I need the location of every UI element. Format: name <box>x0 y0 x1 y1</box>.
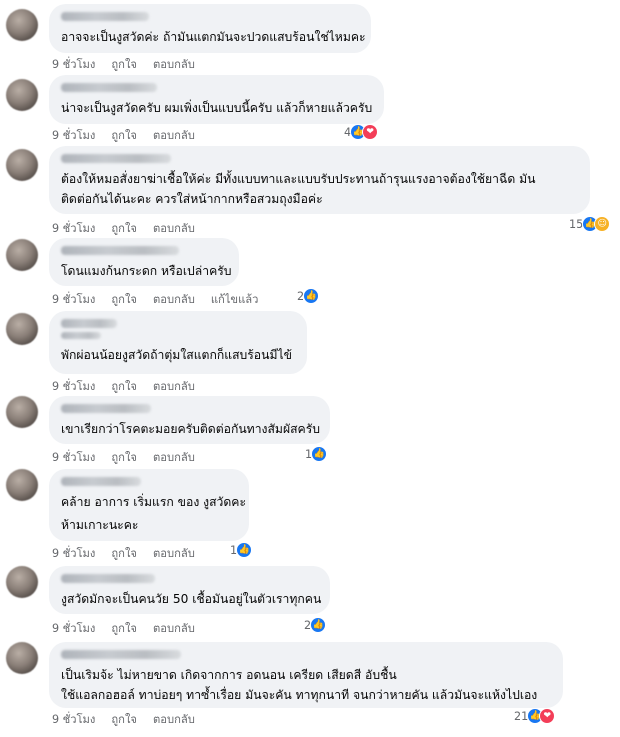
comment-bubble: น่าจะเป็นงูสวัดครับ ผมเพิ่งเป็นแบบนี้ครั… <box>49 75 384 124</box>
reaction-summary[interactable]: 1 👍 <box>230 542 253 558</box>
timestamp[interactable]: 9 ชั่วโมง <box>52 126 95 144</box>
author-name-blurred[interactable] <box>61 83 157 92</box>
comment-actions: 9 ชั่วโมง ถูกใจ ตอบกลับ แก้ไขแล้ว <box>52 290 274 308</box>
author-name-blurred[interactable] <box>61 154 171 163</box>
comment-bubble: ต้องให้หมอสั่งยาฆ่าเชื้อให้ค่ะ มีทั้งแบบ… <box>49 146 590 214</box>
author-name-blurred[interactable] <box>61 319 117 328</box>
timestamp[interactable]: 9 ชั่วโมง <box>52 448 95 466</box>
comment-actions: 9 ชั่วโมง ถูกใจ ตอบกลับ <box>52 55 211 73</box>
like-button[interactable]: ถูกใจ <box>111 55 137 73</box>
comment-bubble: โดนแมงก้นกระดก หรือเปล่าครับ <box>49 238 239 286</box>
comment-actions: 9 ชั่วโมง ถูกใจ ตอบกลับ <box>52 448 211 466</box>
comment-text: โดนแมงก้นกระดก หรือเปล่าครับ <box>61 264 232 278</box>
comment-text: ห้ามเกาะนะคะ <box>61 518 139 532</box>
like-button[interactable]: ถูกใจ <box>111 126 137 144</box>
timestamp[interactable]: 9 ชั่วโมง <box>52 619 95 637</box>
comment-actions: 9 ชั่วโมง ถูกใจ ตอบกลับ <box>52 544 211 562</box>
comment-text: เป็นเริมจ้ะ ไม่หายขาด เกิดจากการ อดนอน เ… <box>61 668 397 682</box>
comment-text: เขาเรียกว่าโรคตะมอยครับติดต่อกันทางสัมผั… <box>61 422 320 436</box>
author-name-blurred[interactable] <box>61 246 179 255</box>
comment-text: ต้องให้หมอสั่งยาฆ่าเชื้อให้ค่ะ มีทั้งแบบ… <box>61 172 536 186</box>
like-reaction-icon: 👍 <box>303 288 320 304</box>
comment-text: ใช้แอลกอฮอล์ ทาบ่อยๆ ทาซ้ำเรื่อย มันจะคั… <box>61 688 538 702</box>
author-name-blurred[interactable] <box>61 574 155 583</box>
avatar[interactable] <box>6 239 38 271</box>
reply-button[interactable]: ตอบกลับ <box>153 619 195 637</box>
comment-bubble: เป็นเริมจ้ะ ไม่หายขาด เกิดจากการ อดนอน เ… <box>49 642 563 708</box>
comment-bubble: พักผ่อนน้อยงูสวัดถ้าตุ่มใสแตกก็แสบร้อนมี… <box>49 311 307 374</box>
like-reaction-icon: 👍 <box>311 446 328 462</box>
comment-actions: 9 ชั่วโมง ถูกใจ ตอบกลับ <box>52 126 211 144</box>
like-reaction-icon: 👍 <box>310 617 327 633</box>
like-button[interactable]: ถูกใจ <box>111 619 137 637</box>
comment-text: อาจจะเป็นงูสวัดค่ะ ถ้ามันแตกมันจะปวดแสบร… <box>61 30 366 44</box>
like-button[interactable]: ถูกใจ <box>111 448 137 466</box>
reaction-count: 21 <box>514 709 529 723</box>
reply-button[interactable]: ตอบกลับ <box>153 55 195 73</box>
like-button[interactable]: ถูกใจ <box>111 377 137 395</box>
like-button[interactable]: ถูกใจ <box>111 290 137 308</box>
like-button[interactable]: ถูกใจ <box>111 710 137 728</box>
avatar[interactable] <box>6 313 38 345</box>
avatar[interactable] <box>6 149 38 181</box>
reply-button[interactable]: ตอบกลับ <box>153 448 195 466</box>
like-button[interactable]: ถูกใจ <box>111 219 137 237</box>
author-name-blurred[interactable] <box>61 332 101 339</box>
comment-text: น่าจะเป็นงูสวัดครับ ผมเพิ่งเป็นแบบนี้ครั… <box>61 101 373 115</box>
author-name-blurred[interactable] <box>61 650 181 659</box>
comment-bubble: งูสวัดมักจะเป็นคนวัย 50 เชื้อมันอยู่ในตั… <box>49 566 330 614</box>
reply-button[interactable]: ตอบกลับ <box>153 544 195 562</box>
comment-text: งูสวัดมักจะเป็นคนวัย 50 เชื้อมันอยู่ในตั… <box>61 592 322 606</box>
like-button[interactable]: ถูกใจ <box>111 544 137 562</box>
avatar[interactable] <box>6 469 38 501</box>
comment-text: ติดต่อกันได้นะคะ ควรใส่หน้ากากหรือสวมถุง… <box>61 192 323 206</box>
author-name-blurred[interactable] <box>61 477 141 486</box>
reaction-summary[interactable]: 15 👍 ☺ <box>569 216 611 232</box>
timestamp[interactable]: 9 ชั่วโมง <box>52 55 95 73</box>
comment-text: พักผ่อนน้อยงูสวัดถ้าตุ่มใสแตกก็แสบร้อนมี… <box>61 348 292 362</box>
comment-actions: 9 ชั่วโมง ถูกใจ ตอบกลับ <box>52 710 211 728</box>
comment-bubble: อาจจะเป็นงูสวัดค่ะ ถ้ามันแตกมันจะปวดแสบร… <box>49 4 371 53</box>
timestamp[interactable]: 9 ชั่วโมง <box>52 219 95 237</box>
love-reaction-icon: ❤ <box>362 124 379 140</box>
avatar[interactable] <box>6 9 38 41</box>
timestamp[interactable]: 9 ชั่วโมง <box>52 377 95 395</box>
reaction-summary[interactable]: 21 👍 ❤ <box>514 708 556 724</box>
edited-label[interactable]: แก้ไขแล้ว <box>211 290 259 308</box>
comment-actions: 9 ชั่วโมง ถูกใจ ตอบกลับ <box>52 377 211 395</box>
author-name-blurred[interactable] <box>61 404 151 413</box>
avatar[interactable] <box>6 642 38 674</box>
reply-button[interactable]: ตอบกลับ <box>153 126 195 144</box>
timestamp[interactable]: 9 ชั่วโมง <box>52 710 95 728</box>
reply-button[interactable]: ตอบกลับ <box>153 377 195 395</box>
avatar[interactable] <box>6 566 38 598</box>
avatar[interactable] <box>6 79 38 111</box>
care-reaction-icon: ☺ <box>594 216 611 232</box>
reply-button[interactable]: ตอบกลับ <box>153 710 195 728</box>
comment-bubble: เขาเรียกว่าโรคตะมอยครับติดต่อกันทางสัมผั… <box>49 396 330 444</box>
reaction-summary[interactable]: 1 👍 <box>305 446 328 462</box>
reaction-count: 15 <box>569 217 584 231</box>
reaction-summary[interactable]: 4 👍 ❤ <box>344 124 379 140</box>
timestamp[interactable]: 9 ชั่วโมง <box>52 544 95 562</box>
comment-text: คล้าย อาการ เริ่มแรก ของ งูสวัดคะ <box>61 495 247 509</box>
author-name-blurred[interactable] <box>61 12 149 21</box>
avatar[interactable] <box>6 396 38 428</box>
comment-actions: 9 ชั่วโมง ถูกใจ ตอบกลับ <box>52 219 211 237</box>
reply-button[interactable]: ตอบกลับ <box>153 290 195 308</box>
comment-bubble: คล้าย อาการ เริ่มแรก ของ งูสวัดคะ ห้ามเก… <box>49 469 249 541</box>
comment-actions: 9 ชั่วโมง ถูกใจ ตอบกลับ <box>52 619 211 637</box>
like-reaction-icon: 👍 <box>236 542 253 558</box>
reaction-summary[interactable]: 2 👍 <box>304 617 327 633</box>
love-reaction-icon: ❤ <box>539 708 556 724</box>
reply-button[interactable]: ตอบกลับ <box>153 219 195 237</box>
timestamp[interactable]: 9 ชั่วโมง <box>52 290 95 308</box>
reaction-summary[interactable]: 2 👍 <box>297 288 320 304</box>
